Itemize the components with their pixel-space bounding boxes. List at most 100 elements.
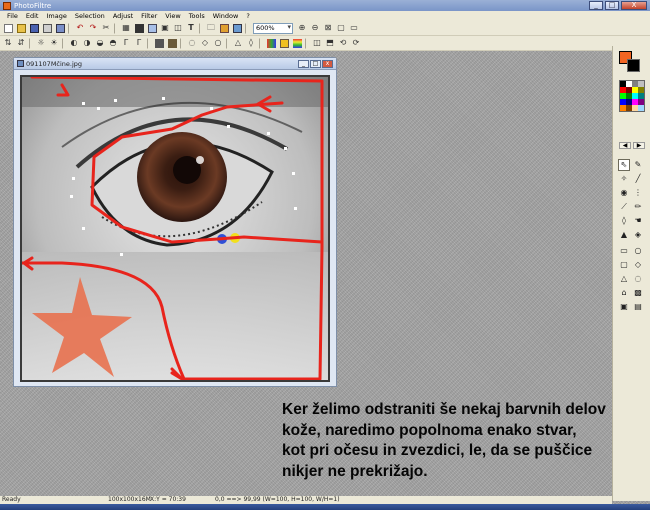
flip-vertical-icon[interactable]: ⬒	[324, 37, 336, 49]
clone-icon[interactable]: ◈	[632, 229, 644, 241]
scan-icon[interactable]	[54, 22, 66, 34]
saturation-plus-icon[interactable]: ◓	[107, 37, 119, 49]
eye-highlight	[196, 156, 204, 164]
color-filter-icon[interactable]	[265, 37, 277, 49]
menu-edit[interactable]: Edit	[22, 11, 43, 21]
paste-icon[interactable]	[146, 22, 158, 34]
triangle-filter-icon[interactable]: △	[232, 37, 244, 49]
gamma-plus-icon[interactable]: Γ	[133, 37, 145, 49]
close-button[interactable]: X	[621, 1, 647, 10]
menu-tools[interactable]: Tools	[185, 11, 209, 21]
zoom-select[interactable]: 600%	[253, 22, 293, 34]
document-close-button[interactable]: x	[322, 59, 333, 68]
brightness-plus-icon[interactable]: ☀	[48, 37, 60, 49]
save-icon[interactable]	[28, 22, 40, 34]
gamma-minus-icon[interactable]: Γ	[120, 37, 132, 49]
lasso-icon[interactable]: ◌	[632, 273, 644, 285]
image-canvas[interactable]	[20, 75, 330, 382]
status-color-info: 0,0 ==> 99,99 (W=100, H=100, W/H=1)	[215, 496, 340, 503]
menu-filter[interactable]: Filter	[137, 11, 161, 21]
zoom-fit-icon[interactable]: ⊠	[322, 22, 334, 34]
browser-icon[interactable]: 🗀	[205, 22, 217, 34]
selection-arrow-icon[interactable]: ⇖	[618, 159, 630, 171]
auto-levels-icon[interactable]: ⇅	[2, 37, 14, 49]
auto-contrast-icon[interactable]: ⇵	[15, 37, 27, 49]
document-minimize-button[interactable]: _	[298, 59, 309, 68]
rounded-rect-icon[interactable]: ▢	[618, 259, 630, 271]
palette-next-button[interactable]: ▶	[633, 142, 645, 149]
gallery-icon[interactable]	[218, 22, 230, 34]
batch-icon[interactable]	[231, 22, 243, 34]
tool-grid: ⇖ ✎ ✧ ╱ ◉ ⋮ ⟋ ✏ ◊ ☚ ▲ ◈	[618, 159, 646, 241]
redo-icon[interactable]: ↷	[87, 22, 99, 34]
square-select-icon[interactable]: ▣	[618, 301, 630, 313]
brush-icon[interactable]: ⟋	[618, 201, 630, 213]
main-toolbar: ↶ ↷ ✂ ▦ ▣ ◫ T 🗀 600% ⊕ ⊖ ⊠ ▢ ▭	[0, 21, 650, 36]
fill-bucket-icon[interactable]: ◉	[618, 187, 630, 199]
palette-prev-button[interactable]: ◀	[619, 142, 631, 149]
app-title-text: PhotoFiltre	[14, 1, 52, 10]
grid-icon[interactable]: ▦	[120, 22, 132, 34]
background-color-swatch[interactable]	[627, 59, 640, 72]
finger-icon[interactable]: ☚	[632, 215, 644, 227]
menu-image[interactable]: Image	[42, 11, 70, 21]
rotate-right-icon[interactable]: ⟳	[350, 37, 362, 49]
palette-filter-icon[interactable]	[278, 37, 290, 49]
menu-selection[interactable]: Selection	[71, 11, 109, 21]
brightness-minus-icon[interactable]: ☼	[35, 37, 47, 49]
contrast-plus-icon[interactable]: ◑	[81, 37, 93, 49]
new-file-icon[interactable]	[2, 22, 14, 34]
document-maximize-button[interactable]: □	[310, 59, 321, 68]
undo-icon[interactable]: ↶	[74, 22, 86, 34]
eyedropper-icon[interactable]: ✎	[632, 159, 644, 171]
saturation-minus-icon[interactable]: ◒	[94, 37, 106, 49]
flip-horizontal-icon[interactable]: ◫	[311, 37, 323, 49]
print-icon[interactable]	[41, 22, 53, 34]
cut-icon[interactable]: ✂	[100, 22, 112, 34]
document-titlebar[interactable]: 091107Mčine.jpg _ □ x	[14, 58, 336, 70]
grayscale-icon[interactable]	[153, 37, 165, 49]
maximize-button[interactable]: □	[605, 1, 619, 10]
ellipse-icon[interactable]: ○	[632, 245, 644, 257]
drop-icon[interactable]: ◊	[618, 215, 630, 227]
line-icon[interactable]: ╱	[632, 173, 644, 185]
menu-file[interactable]: File	[3, 11, 22, 21]
image-size-icon[interactable]: ▣	[159, 22, 171, 34]
text-icon[interactable]: T	[185, 22, 197, 34]
soften-icon[interactable]: ○	[212, 37, 224, 49]
minimize-button[interactable]: _	[589, 1, 603, 10]
menu-bar: File Edit Image Selection Adjust Filter …	[0, 11, 650, 21]
rectangle-icon[interactable]: ▭	[618, 245, 630, 257]
diamond-icon[interactable]: ◇	[632, 259, 644, 271]
window-controls: _ □ X	[589, 1, 647, 10]
rotate-left-icon[interactable]: ⟲	[337, 37, 349, 49]
canvas-image[interactable]	[22, 77, 328, 380]
color-swatch[interactable]	[638, 105, 644, 111]
canvas-size-icon[interactable]: ◫	[172, 22, 184, 34]
open-folder-icon[interactable]	[15, 22, 27, 34]
zoom-out-icon[interactable]: ⊖	[309, 22, 321, 34]
toolbar-separator	[147, 37, 151, 49]
menu-view[interactable]: View	[161, 11, 184, 21]
sharpen-icon[interactable]: ◇	[199, 37, 211, 49]
monitor-icon[interactable]: ▭	[348, 22, 360, 34]
contrast-minus-icon[interactable]: ◐	[68, 37, 80, 49]
water-drop-icon[interactable]: ◊	[245, 37, 257, 49]
picture-icon[interactable]: ▤	[632, 301, 644, 313]
menu-help[interactable]: ?	[242, 11, 253, 21]
menu-adjust[interactable]: Adjust	[109, 11, 137, 21]
menu-window[interactable]: Window	[209, 11, 243, 21]
blur-icon[interactable]: ◌	[186, 37, 198, 49]
polygon-icon[interactable]: ⌂	[618, 287, 630, 299]
sepia-icon[interactable]	[166, 37, 178, 49]
copy-icon[interactable]	[133, 22, 145, 34]
spray-icon[interactable]: ⋮	[632, 187, 644, 199]
stamp-icon[interactable]: ▲	[618, 229, 630, 241]
magic-wand-icon[interactable]: ✧	[618, 173, 630, 185]
zoom-in-icon[interactable]: ⊕	[296, 22, 308, 34]
triangle-icon[interactable]: △	[618, 273, 630, 285]
pencil-icon[interactable]: ✏	[632, 201, 644, 213]
full-screen-icon[interactable]: ▢	[335, 22, 347, 34]
mask-icon[interactable]: ▩	[632, 287, 644, 299]
rainbow-filter-icon[interactable]	[291, 37, 303, 49]
